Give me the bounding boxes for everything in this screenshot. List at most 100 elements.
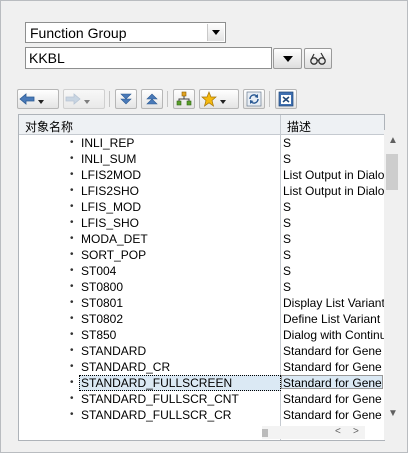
- tree-row[interactable]: • ST004 S: [19, 263, 382, 279]
- object-description: S: [283, 280, 292, 294]
- vertical-scroll-thumb[interactable]: [386, 154, 398, 190]
- object-description: S: [283, 200, 292, 214]
- object-type-value: Function Group: [30, 25, 127, 41]
- chevron-down-icon: [282, 55, 293, 62]
- object-description: S: [283, 152, 292, 166]
- favorites-button[interactable]: [199, 89, 239, 109]
- table-header: 对象名称 描述: [19, 115, 384, 135]
- expand-button[interactable]: [141, 89, 163, 109]
- tree-node-bullet-icon: •: [70, 345, 74, 356]
- tree-row[interactable]: • ST0801 Display List Variant: [19, 295, 384, 311]
- close-window-button[interactable]: [275, 89, 297, 109]
- object-description: Display List Variant: [283, 296, 384, 310]
- tree-node-bullet-icon: •: [70, 313, 74, 324]
- tree-node-bullet-icon: •: [70, 169, 74, 180]
- object-description: Standard for Gene: [283, 344, 382, 358]
- object-name: STANDARD_FULLSCR_CNT: [81, 392, 239, 406]
- tree-row[interactable]: • LFIS_SHO S: [19, 215, 382, 231]
- tree-row[interactable]: • ST0800 S: [19, 279, 382, 295]
- object-name: STANDARD_FULLSCR_CR: [81, 408, 232, 422]
- tree-node-bullet-icon: •: [70, 409, 74, 420]
- tree-row[interactable]: • INLI_REP S: [19, 135, 382, 151]
- object-name: LFIS2MOD: [81, 168, 142, 182]
- tree-node-bullet-icon: •: [70, 153, 74, 164]
- tree-node-bullet-icon: •: [70, 201, 74, 212]
- vertical-scrollbar[interactable]: ▲ ▼: [384, 130, 403, 440]
- column-header-description[interactable]: 描述: [287, 118, 311, 135]
- hierarchy-icon: [175, 90, 193, 108]
- scroll-left-icon[interactable]: <: [335, 426, 341, 437]
- tree-row[interactable]: • LFIS2MOD List Output in Dialo: [19, 167, 384, 183]
- object-description: Standard for Gene: [283, 392, 382, 406]
- object-name: LFIS_SHO: [81, 216, 140, 230]
- chevron-down-icon[interactable]: [207, 24, 224, 41]
- object-tree-table: 对象名称 描述 • INLI_REP S • INLI_SUM S • LFIS2MOD Lis…: [18, 114, 385, 441]
- tree-node-bullet-icon: •: [70, 233, 74, 244]
- tree-row[interactable]: • ST0802 Define List Variant: [19, 311, 382, 327]
- scroll-down-icon[interactable]: ▼: [388, 408, 398, 419]
- object-name-value: KKBL: [29, 50, 65, 66]
- tree-node-bullet-icon: •: [70, 377, 74, 388]
- object-name: SORT_POP: [81, 248, 147, 262]
- object-name-input[interactable]: KKBL: [25, 47, 272, 69]
- tree-node-bullet-icon: •: [70, 249, 74, 260]
- object-description: Standard for Gene: [283, 408, 382, 422]
- tree-node-bullet-icon: •: [70, 361, 74, 372]
- tree-node-bullet-icon: •: [70, 329, 74, 340]
- object-name: LFIS_MOD: [81, 200, 142, 214]
- tree-row[interactable]: • LFIS_MOD S: [19, 199, 382, 215]
- back-arrow-icon: [18, 90, 36, 108]
- object-description: S: [283, 264, 292, 278]
- tree-node-bullet-icon: •: [70, 297, 74, 308]
- back-button[interactable]: [17, 89, 59, 109]
- collapse-button[interactable]: [115, 89, 137, 109]
- object-description: Standard for Gene: [283, 376, 382, 390]
- object-description: List Output in Dialo: [283, 168, 384, 182]
- close-window-icon: [277, 90, 295, 108]
- object-description: List Output in Dialo: [283, 184, 384, 198]
- tree-row[interactable]: • STANDARD_FULLSCR_CNT Standard for Gene: [19, 391, 382, 407]
- hierarchy-button[interactable]: [173, 89, 195, 109]
- object-toolbar: [17, 89, 384, 111]
- tree-node-bullet-icon: •: [70, 265, 74, 276]
- horizontal-scroll-thumb[interactable]: [262, 429, 268, 437]
- tree-node-bullet-icon: •: [70, 281, 74, 292]
- object-name: INLI_SUM: [81, 152, 137, 166]
- column-header-object-name[interactable]: 对象名称: [25, 118, 73, 135]
- refresh-button[interactable]: [243, 89, 265, 109]
- object-name: STANDARD_FULLSCREEN: [81, 376, 233, 390]
- object-description: S: [283, 216, 292, 230]
- object-description: Dialog with Continu: [283, 328, 384, 342]
- tree-row[interactable]: • STANDARD_CR Standard for Gene: [19, 359, 382, 375]
- name-dropdown-button[interactable]: [273, 48, 302, 69]
- object-description: S: [283, 248, 292, 262]
- tree-row[interactable]: • STANDARD_FULLSCREEN Standard for Gene: [19, 375, 383, 391]
- scroll-right-icon[interactable]: >: [353, 426, 359, 437]
- tree-row[interactable]: • MODA_DET S: [19, 231, 382, 247]
- object-name: ST850: [81, 328, 117, 342]
- tree-row[interactable]: • STANDARD_FULLSCR_CR Standard for Gene: [19, 407, 382, 423]
- tree-node-bullet-icon: •: [70, 137, 74, 148]
- scroll-up-icon[interactable]: ▲: [388, 135, 398, 146]
- tree-row[interactable]: • ST850 Dialog with Continu: [19, 327, 384, 343]
- object-name: STANDARD_CR: [81, 360, 171, 374]
- object-description: Standard for Gene: [283, 360, 382, 374]
- forward-button[interactable]: [63, 89, 105, 109]
- tree-row[interactable]: • INLI_SUM S: [19, 151, 382, 167]
- object-type-dropdown[interactable]: Function Group: [25, 22, 226, 43]
- collapse-icon: [117, 90, 135, 108]
- tree-row[interactable]: • STANDARD Standard for Gene: [19, 343, 382, 359]
- glasses-icon: [310, 52, 326, 65]
- object-description: Define List Variant: [283, 312, 381, 326]
- object-description: S: [283, 232, 292, 246]
- tree-row[interactable]: • SORT_POP S: [19, 247, 382, 263]
- object-name: ST0800: [81, 280, 124, 294]
- tree-node-bullet-icon: •: [70, 217, 74, 228]
- object-name: MODA_DET: [81, 232, 148, 246]
- object-name: ST0802: [81, 312, 124, 326]
- object-name: ST0801: [81, 296, 124, 310]
- tree-row[interactable]: • LFIS2SHO List Output in Dialo: [19, 183, 384, 199]
- refresh-icon: [245, 90, 263, 108]
- horizontal-scrollbar[interactable]: < >: [262, 426, 365, 439]
- display-glasses-button[interactable]: [304, 48, 332, 69]
